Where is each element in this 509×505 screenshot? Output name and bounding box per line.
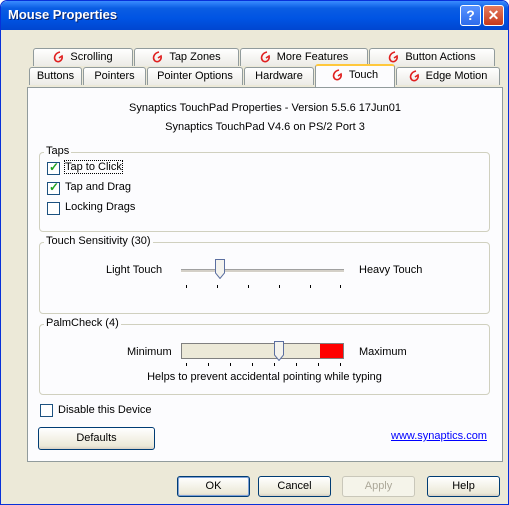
light-touch-label: Light Touch (106, 264, 163, 276)
tab-buttons[interactable]: Buttons (29, 67, 82, 85)
palmcheck-group: PalmCheck (4) Minimum Maximum Helps to p… (39, 317, 490, 395)
tab-label: Scrolling (70, 51, 113, 63)
tab-touch[interactable]: Touch (315, 64, 395, 87)
tick-mark (230, 363, 231, 366)
synaptics-icon (260, 51, 270, 63)
maximum-label: Maximum (359, 346, 407, 358)
tab-label: Pointer Options (157, 70, 233, 82)
tick-mark (248, 285, 249, 288)
tick-mark (279, 285, 280, 288)
palmcheck-warning-zone (320, 344, 343, 358)
version-info: Synaptics TouchPad Properties - Version … (129, 102, 401, 114)
tab-label: Tap Zones (169, 51, 221, 63)
help-title-button[interactable]: ? (460, 5, 481, 26)
help-button[interactable]: Help (427, 476, 500, 497)
checkmark-icon: ✓ (49, 160, 60, 174)
tick-mark (217, 285, 218, 288)
heavy-touch-label: Heavy Touch (359, 264, 423, 276)
synaptics-icon (409, 70, 419, 82)
palmcheck-track[interactable] (181, 343, 344, 359)
tab-label: Pointers (94, 70, 135, 82)
tab-edge-motion[interactable]: Edge Motion (396, 67, 500, 85)
palmcheck-thumb[interactable] (274, 341, 284, 361)
tab-label: Buttons (36, 70, 75, 82)
tick-mark (318, 363, 319, 366)
tap-to-click-checkbox[interactable]: ✓ (47, 160, 60, 175)
tap-to-click-label[interactable]: Tap to Click (64, 160, 123, 174)
tick-mark (274, 363, 275, 366)
tab-tap-zones[interactable]: Tap Zones (134, 48, 239, 66)
touch-sensitivity-thumb[interactable] (215, 259, 225, 279)
touch-sensitivity-title: Touch Sensitivity (30) (44, 235, 153, 247)
synaptics-icon (54, 51, 64, 63)
close-button[interactable]: ✕ (483, 5, 504, 26)
tick-mark (186, 363, 187, 366)
taps-group: Taps ✓ Tap to Click ✓ Tap and Drag Locki… (39, 145, 490, 232)
tab-pointers[interactable]: Pointers (83, 67, 146, 85)
tap-and-drag-checkbox[interactable]: ✓ (47, 180, 60, 195)
tick-mark (252, 363, 253, 366)
ok-button[interactable]: OK (177, 476, 250, 497)
checkmark-icon: ✓ (49, 180, 60, 194)
synaptics-icon (389, 51, 399, 63)
palmcheck-title: PalmCheck (4) (44, 317, 121, 329)
minimum-label: Minimum (127, 346, 172, 358)
title-bar[interactable]: Mouse Properties ? ✕ (1, 1, 508, 30)
tick-mark (186, 285, 187, 288)
tick-mark (208, 363, 209, 366)
tick-mark (310, 285, 311, 288)
tab-label: Touch (348, 69, 379, 81)
synaptics-icon (153, 51, 163, 63)
window-title: Mouse Properties (8, 7, 118, 22)
palmcheck-help-text: Helps to prevent accidental pointing whi… (147, 371, 382, 383)
tab-label: Edge Motion (425, 70, 488, 82)
tick-mark (340, 363, 341, 366)
tick-mark (340, 285, 341, 288)
tab-pointer-options[interactable]: Pointer Options (147, 67, 243, 85)
locking-drags-checkbox[interactable] (47, 202, 60, 215)
apply-button[interactable]: Apply (342, 476, 415, 497)
disable-device-checkbox[interactable] (40, 404, 53, 417)
device-info: Synaptics TouchPad V4.6 on PS/2 Port 3 (165, 121, 365, 133)
tick-mark (296, 363, 297, 366)
defaults-button[interactable]: Defaults (38, 427, 155, 450)
tab-hardware[interactable]: Hardware (244, 67, 314, 85)
mouse-properties-window: Mouse Properties ? ✕ Scrolling Tap Zones… (0, 0, 509, 505)
touch-sensitivity-group: Touch Sensitivity (30) Light Touch Heavy… (39, 235, 490, 314)
synaptics-link[interactable]: www.synaptics.com (391, 430, 487, 442)
cancel-button[interactable]: Cancel (258, 476, 331, 497)
locking-drags-label[interactable]: Locking Drags (65, 201, 135, 213)
taps-group-title: Taps (44, 145, 72, 157)
tab-scrolling[interactable]: Scrolling (33, 48, 133, 66)
tab-label: Hardware (255, 70, 303, 82)
touch-tab-panel: Synaptics TouchPad Properties - Version … (27, 87, 503, 462)
tab-label: Button Actions (405, 51, 476, 63)
disable-device-label[interactable]: Disable this Device (58, 404, 152, 416)
synaptics-icon (332, 69, 342, 81)
tab-label: More Features (276, 51, 349, 63)
tap-and-drag-label[interactable]: Tap and Drag (65, 181, 131, 193)
touch-sensitivity-track[interactable] (181, 269, 344, 273)
